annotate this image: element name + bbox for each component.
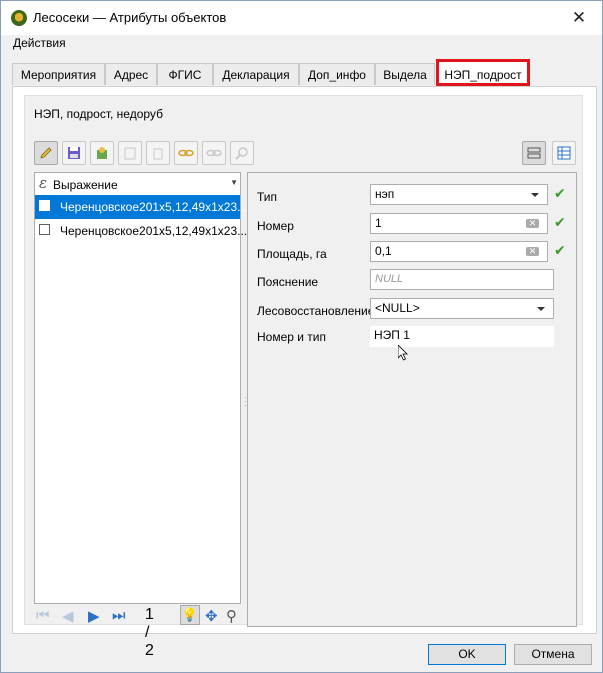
zoom-in-icon [230, 141, 254, 165]
tab-fgis[interactable]: ФГИС [157, 63, 213, 85]
field-label-type: Тип [257, 190, 278, 204]
highlight-bulb-icon[interactable]: 💡 [180, 605, 200, 625]
zoom-icon[interactable]: ⚲ [226, 607, 237, 625]
tab-bar: Мероприятия Адрес ФГИС Декларация Доп_ин… [12, 59, 597, 87]
cancel-button[interactable]: Отмена [514, 644, 592, 665]
reload-icon[interactable] [90, 141, 114, 165]
list-item-label: Черенцовское201х5,12,49х1х23... [60, 200, 248, 214]
valid-check-icon: ✔ [554, 185, 566, 201]
form-view-icon[interactable] [522, 141, 546, 165]
save-edits-icon[interactable] [62, 141, 86, 165]
number-type-value: НЭП 1 [374, 328, 410, 342]
tab-adres[interactable]: Адрес [105, 63, 157, 85]
window-title: Лесосеки — Атрибуты объектов [33, 10, 227, 25]
attribute-form: Тип нэп ✔ Номер 1 ✕ ✔ Площадь, га 0,1 ✕ ✔ … [247, 172, 577, 627]
menu-bar: Действия [1, 35, 602, 53]
number-field[interactable]: 1 ✕ [370, 213, 548, 234]
row-checkbox[interactable] [39, 200, 50, 211]
layer-title: НЭП, подрост, недоруб [34, 107, 163, 121]
tab-deklaraciya[interactable]: Декларация [213, 63, 299, 85]
edit-pencil-icon[interactable] [34, 141, 58, 165]
first-feature-icon: ⏮ [36, 607, 50, 624]
tab-panel: НЭП, подрост, недоруб ε Выражение ▼ Чере… [12, 86, 597, 659]
number-value: 1 [375, 216, 382, 230]
app-icon [11, 10, 27, 26]
note-field[interactable]: NULL [370, 269, 554, 290]
valid-check-icon: ✔ [554, 214, 566, 230]
chevron-down-icon: ▼ [230, 178, 238, 187]
feature-list: ε Выражение ▼ Черенцовское201х5,12,49х1х… [34, 172, 247, 604]
field-label-area: Площадь, га [257, 247, 327, 261]
ok-button[interactable]: OK [428, 644, 506, 665]
expression-icon: ε [39, 174, 48, 192]
number-type-field: НЭП 1 [370, 326, 554, 347]
reforestation-value: <NULL> [375, 301, 420, 315]
tab-nep-podrost[interactable]: НЭП_подрост [436, 59, 530, 86]
list-item[interactable]: Черенцовское201х5,12,49х1х23... [35, 195, 247, 219]
row-checkbox[interactable] [39, 224, 50, 235]
tab-vydela[interactable]: Выдела [375, 63, 435, 85]
attributes-dialog: Лесосеки — Атрибуты объектов ✕ Действия … [0, 0, 603, 673]
delete-icon [146, 141, 170, 165]
page-counter: 1 / 2 [145, 606, 154, 659]
zoom-to-icon[interactable] [174, 141, 198, 165]
tab-dop-info[interactable]: Доп_инфо [299, 63, 375, 85]
area-value: 0,1 [375, 244, 392, 258]
type-value: нэп [375, 187, 395, 201]
clear-icon[interactable]: ✕ [526, 219, 539, 228]
field-label-number: Номер [257, 219, 294, 233]
note-placeholder: NULL [375, 273, 404, 285]
type-combobox[interactable]: нэп [370, 184, 548, 205]
title-bar: Лесосеки — Атрибуты объектов ✕ [1, 1, 602, 35]
field-label-number-type: Номер и тип [257, 330, 327, 344]
mouse-cursor-icon [398, 345, 408, 361]
close-button[interactable]: ✕ [556, 1, 602, 35]
valid-check-icon: ✔ [554, 242, 566, 258]
pan-icon[interactable]: ✥ [205, 607, 218, 625]
expression-selector[interactable]: ε Выражение ▼ [35, 173, 240, 195]
next-feature-icon[interactable]: ▶ [88, 607, 100, 625]
last-feature-icon[interactable]: ⏭ [112, 607, 126, 624]
list-item[interactable]: Черенцовское201х5,12,49х1х23... [35, 219, 247, 243]
field-label-reforestation: Лесовосстановление [257, 304, 375, 318]
area-field[interactable]: 0,1 ✕ [370, 241, 548, 262]
previous-feature-icon: ◀ [62, 608, 74, 625]
menu-actions[interactable]: Действия [13, 36, 66, 50]
list-item-label: Черенцовское201х5,12,49х1х23... [60, 224, 248, 238]
reforestation-combobox[interactable]: <NULL> [370, 298, 554, 319]
clear-icon[interactable]: ✕ [526, 247, 539, 256]
field-label-note: Пояснение [257, 275, 319, 289]
form-container: НЭП, подрост, недоруб ε Выражение ▼ Чере… [24, 95, 583, 659]
expression-label: Выражение [53, 178, 118, 192]
paste-icon [118, 141, 142, 165]
pan-to-icon [202, 141, 226, 165]
tab-meropriyatiya[interactable]: Мероприятия [12, 63, 105, 85]
table-view-icon[interactable] [552, 141, 576, 165]
